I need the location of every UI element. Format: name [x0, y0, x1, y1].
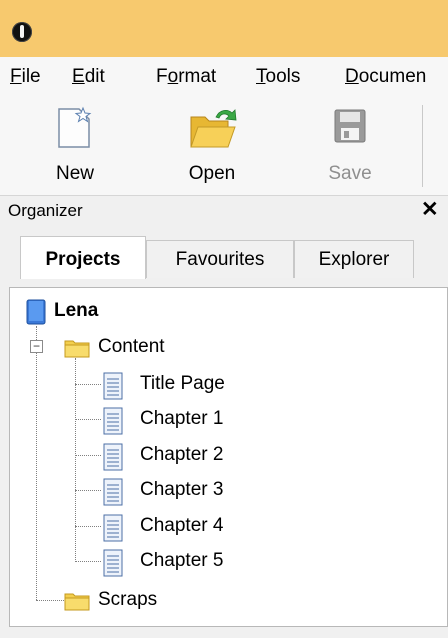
new-label: New	[55, 163, 94, 184]
tree-line	[36, 326, 37, 600]
new-document-icon	[58, 106, 92, 148]
project-tree: Lena − Content Title Page Chapter 1 Chap…	[9, 287, 448, 627]
tree-label: Title Page	[140, 373, 225, 394]
save-label: Save	[328, 163, 372, 184]
tree-node-document[interactable]: Chapter 5	[102, 547, 252, 579]
organizer-header: Organizer ✕	[0, 196, 448, 226]
menu-file[interactable]: File	[10, 66, 41, 88]
book-icon	[26, 299, 46, 325]
tree-node-document[interactable]: Chapter 2	[102, 441, 252, 473]
toolbar-separator	[422, 105, 423, 187]
menu-document[interactable]: Documen	[345, 66, 426, 88]
document-icon	[103, 549, 123, 577]
tab-projects[interactable]: Projects	[20, 236, 146, 279]
document-icon	[103, 443, 123, 471]
tree-label: Scraps	[98, 589, 158, 610]
save-disk-icon	[334, 109, 366, 143]
organizer-title: Organizer	[8, 201, 83, 220]
tree-line	[75, 419, 101, 420]
tree-label: Content	[98, 336, 165, 357]
document-icon	[103, 478, 123, 506]
tree-node-document[interactable]: Chapter 3	[102, 476, 252, 508]
menu-edit[interactable]: Edit	[72, 66, 105, 88]
save-button[interactable]: Save	[310, 95, 390, 195]
document-icon	[103, 407, 123, 435]
open-label: Open	[188, 163, 236, 184]
tab-explorer[interactable]: Explorer	[294, 240, 414, 278]
tree-label: Chapter 5	[140, 550, 224, 571]
new-button[interactable]: New	[35, 95, 115, 195]
folder-icon	[64, 340, 90, 358]
tree-node-document[interactable]: Chapter 4	[102, 512, 252, 544]
tab-favourites[interactable]: Favourites	[146, 240, 294, 278]
open-folder-icon	[190, 109, 237, 148]
tree-line	[75, 358, 76, 562]
tree-line	[75, 526, 101, 527]
tree-label: Chapter 2	[140, 444, 224, 465]
toolbar: New Open Save	[0, 95, 448, 196]
folder-icon	[64, 593, 90, 611]
tree-line	[36, 600, 66, 601]
tree-line	[75, 455, 101, 456]
collapse-toggle-icon[interactable]: −	[30, 340, 43, 353]
title-bar	[0, 0, 448, 57]
tree-line	[75, 561, 101, 562]
tree-label: Chapter 4	[140, 515, 224, 536]
app-logo-icon[interactable]	[12, 22, 32, 42]
close-icon[interactable]: ✕	[421, 197, 439, 222]
tree-node-document[interactable]: Chapter 1	[102, 405, 252, 437]
menu-tools[interactable]: Tools	[256, 66, 300, 88]
menu-format[interactable]: Format	[156, 66, 216, 88]
document-icon	[103, 514, 123, 542]
tree-label: Chapter 3	[140, 479, 224, 500]
tree-line	[75, 384, 101, 385]
collapse-glyph: −	[32, 339, 40, 353]
menu-bar: File Edit Format Tools Documen	[0, 57, 448, 95]
document-icon	[103, 372, 123, 400]
tree-line	[75, 490, 101, 491]
tree-label: Chapter 1	[140, 408, 224, 429]
tree-node-document[interactable]: Title Page	[102, 370, 252, 402]
open-button[interactable]: Open	[172, 95, 252, 195]
tree-label: Lena	[54, 300, 99, 321]
organizer-tabs: Projects Favourites Explorer	[0, 226, 448, 288]
